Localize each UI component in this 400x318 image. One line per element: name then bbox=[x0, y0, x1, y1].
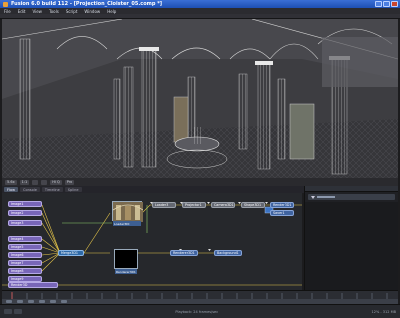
thumbnail-label: Renderer3D1 bbox=[115, 269, 137, 274]
memory-status: 12% - 312 MB bbox=[371, 309, 396, 314]
renderer-thumbnail-node[interactable]: Renderer3D1 bbox=[114, 249, 138, 274]
tab-console[interactable]: Console bbox=[20, 187, 40, 192]
loader-node[interactable]: Image7 bbox=[8, 260, 42, 266]
flow-node[interactable]: Shape3D1 bbox=[241, 202, 265, 208]
go-to-start-button[interactable] bbox=[6, 300, 12, 303]
flow-node[interactable]: Renderer3D1 bbox=[170, 250, 198, 256]
fusion-app-icon bbox=[3, 1, 8, 7]
menu-tools[interactable]: Tools bbox=[49, 9, 59, 14]
render-node[interactable]: Render3D bbox=[8, 282, 58, 288]
viewer-ratio-button[interactable]: 1:1 bbox=[19, 179, 30, 185]
flow-node[interactable]: Camera3D1 bbox=[211, 202, 235, 208]
flow-node[interactable]: Render3D1 bbox=[270, 202, 294, 208]
minimize-button[interactable] bbox=[375, 1, 382, 7]
cloister-scene bbox=[2, 19, 398, 178]
step-back-button[interactable] bbox=[17, 300, 23, 303]
play-button[interactable] bbox=[39, 300, 45, 303]
flow-node[interactable]: Loader3 bbox=[152, 202, 176, 208]
viewer-hiq-button[interactable]: Hi Q bbox=[50, 179, 62, 185]
flow-node[interactable]: Projector1 bbox=[182, 202, 206, 208]
cloister-photo-thumbnail bbox=[112, 202, 144, 222]
3d-viewport[interactable] bbox=[2, 19, 398, 178]
step-forward-button[interactable] bbox=[50, 300, 56, 303]
properties-panel bbox=[304, 186, 398, 290]
tab-timeline[interactable]: Timeline bbox=[41, 187, 63, 192]
menu-file[interactable]: File bbox=[4, 9, 11, 14]
maximize-button[interactable] bbox=[383, 1, 390, 7]
tab-flow[interactable]: Flow bbox=[4, 187, 18, 192]
title-bar: Fusion 6.0 build 112 - [Projection_Clois… bbox=[0, 0, 400, 8]
loader-node[interactable]: Image8 bbox=[8, 268, 42, 274]
viewer-toolbar: 5.6x 1:1 Hi Q Prx bbox=[2, 178, 398, 186]
thumbnail-label: Loader3DI bbox=[113, 221, 141, 226]
properties-collapsed-row[interactable] bbox=[308, 194, 395, 200]
loader-thumbnail-node[interactable]: Loader3DI bbox=[112, 201, 144, 226]
properties-empty-area bbox=[305, 202, 398, 290]
timeline-bar[interactable] bbox=[2, 290, 398, 304]
close-button[interactable] bbox=[391, 1, 398, 7]
window-title: Fusion 6.0 build 112 - [Projection_Clois… bbox=[11, 1, 163, 7]
menu-window[interactable]: Window bbox=[84, 9, 100, 14]
properties-row-placeholder bbox=[317, 196, 335, 198]
play-reverse-button[interactable] bbox=[28, 300, 34, 303]
menu-view[interactable]: View bbox=[32, 9, 42, 14]
loader-node[interactable]: Image6 bbox=[8, 252, 42, 258]
playback-status: Playback: 24 frames/sec bbox=[175, 309, 219, 314]
loader-node[interactable]: Image3 bbox=[8, 220, 42, 226]
viewer-option-button[interactable] bbox=[41, 179, 48, 185]
flow-node[interactable]: Background1 bbox=[214, 250, 242, 256]
viewer-zoom-button[interactable]: 5.6x bbox=[5, 179, 17, 185]
loader-node[interactable]: Image5 bbox=[8, 244, 42, 250]
expand-triangle-icon bbox=[311, 195, 315, 199]
tab-spline[interactable]: Spline bbox=[64, 187, 82, 192]
menu-edit[interactable]: Edit bbox=[18, 9, 26, 14]
viewer-proxy-button[interactable]: Prx bbox=[64, 179, 75, 185]
status-button[interactable] bbox=[14, 309, 22, 314]
properties-header bbox=[305, 186, 398, 192]
status-bar: Playback: 24 frames/sec 12% - 312 MB bbox=[0, 304, 400, 318]
merge3d-node[interactable]: Merge3D1 bbox=[58, 250, 84, 256]
loader-node[interactable]: Image1 bbox=[8, 201, 42, 207]
menu-help[interactable]: Help bbox=[107, 9, 116, 14]
loader-node[interactable]: Image2 bbox=[8, 210, 42, 216]
menu-script[interactable]: Script bbox=[66, 9, 78, 14]
go-to-end-button[interactable] bbox=[61, 300, 67, 303]
window-controls bbox=[375, 1, 398, 7]
flow-editor[interactable]: Image1 Image2 Image3 Image4 Image5 Image… bbox=[2, 193, 302, 290]
flow-node[interactable]: Saver1 bbox=[270, 210, 294, 216]
status-button[interactable] bbox=[4, 309, 12, 314]
viewer-option-button[interactable] bbox=[32, 179, 39, 185]
status-buttons bbox=[4, 309, 22, 314]
loader-node[interactable]: Image4 bbox=[8, 236, 42, 242]
